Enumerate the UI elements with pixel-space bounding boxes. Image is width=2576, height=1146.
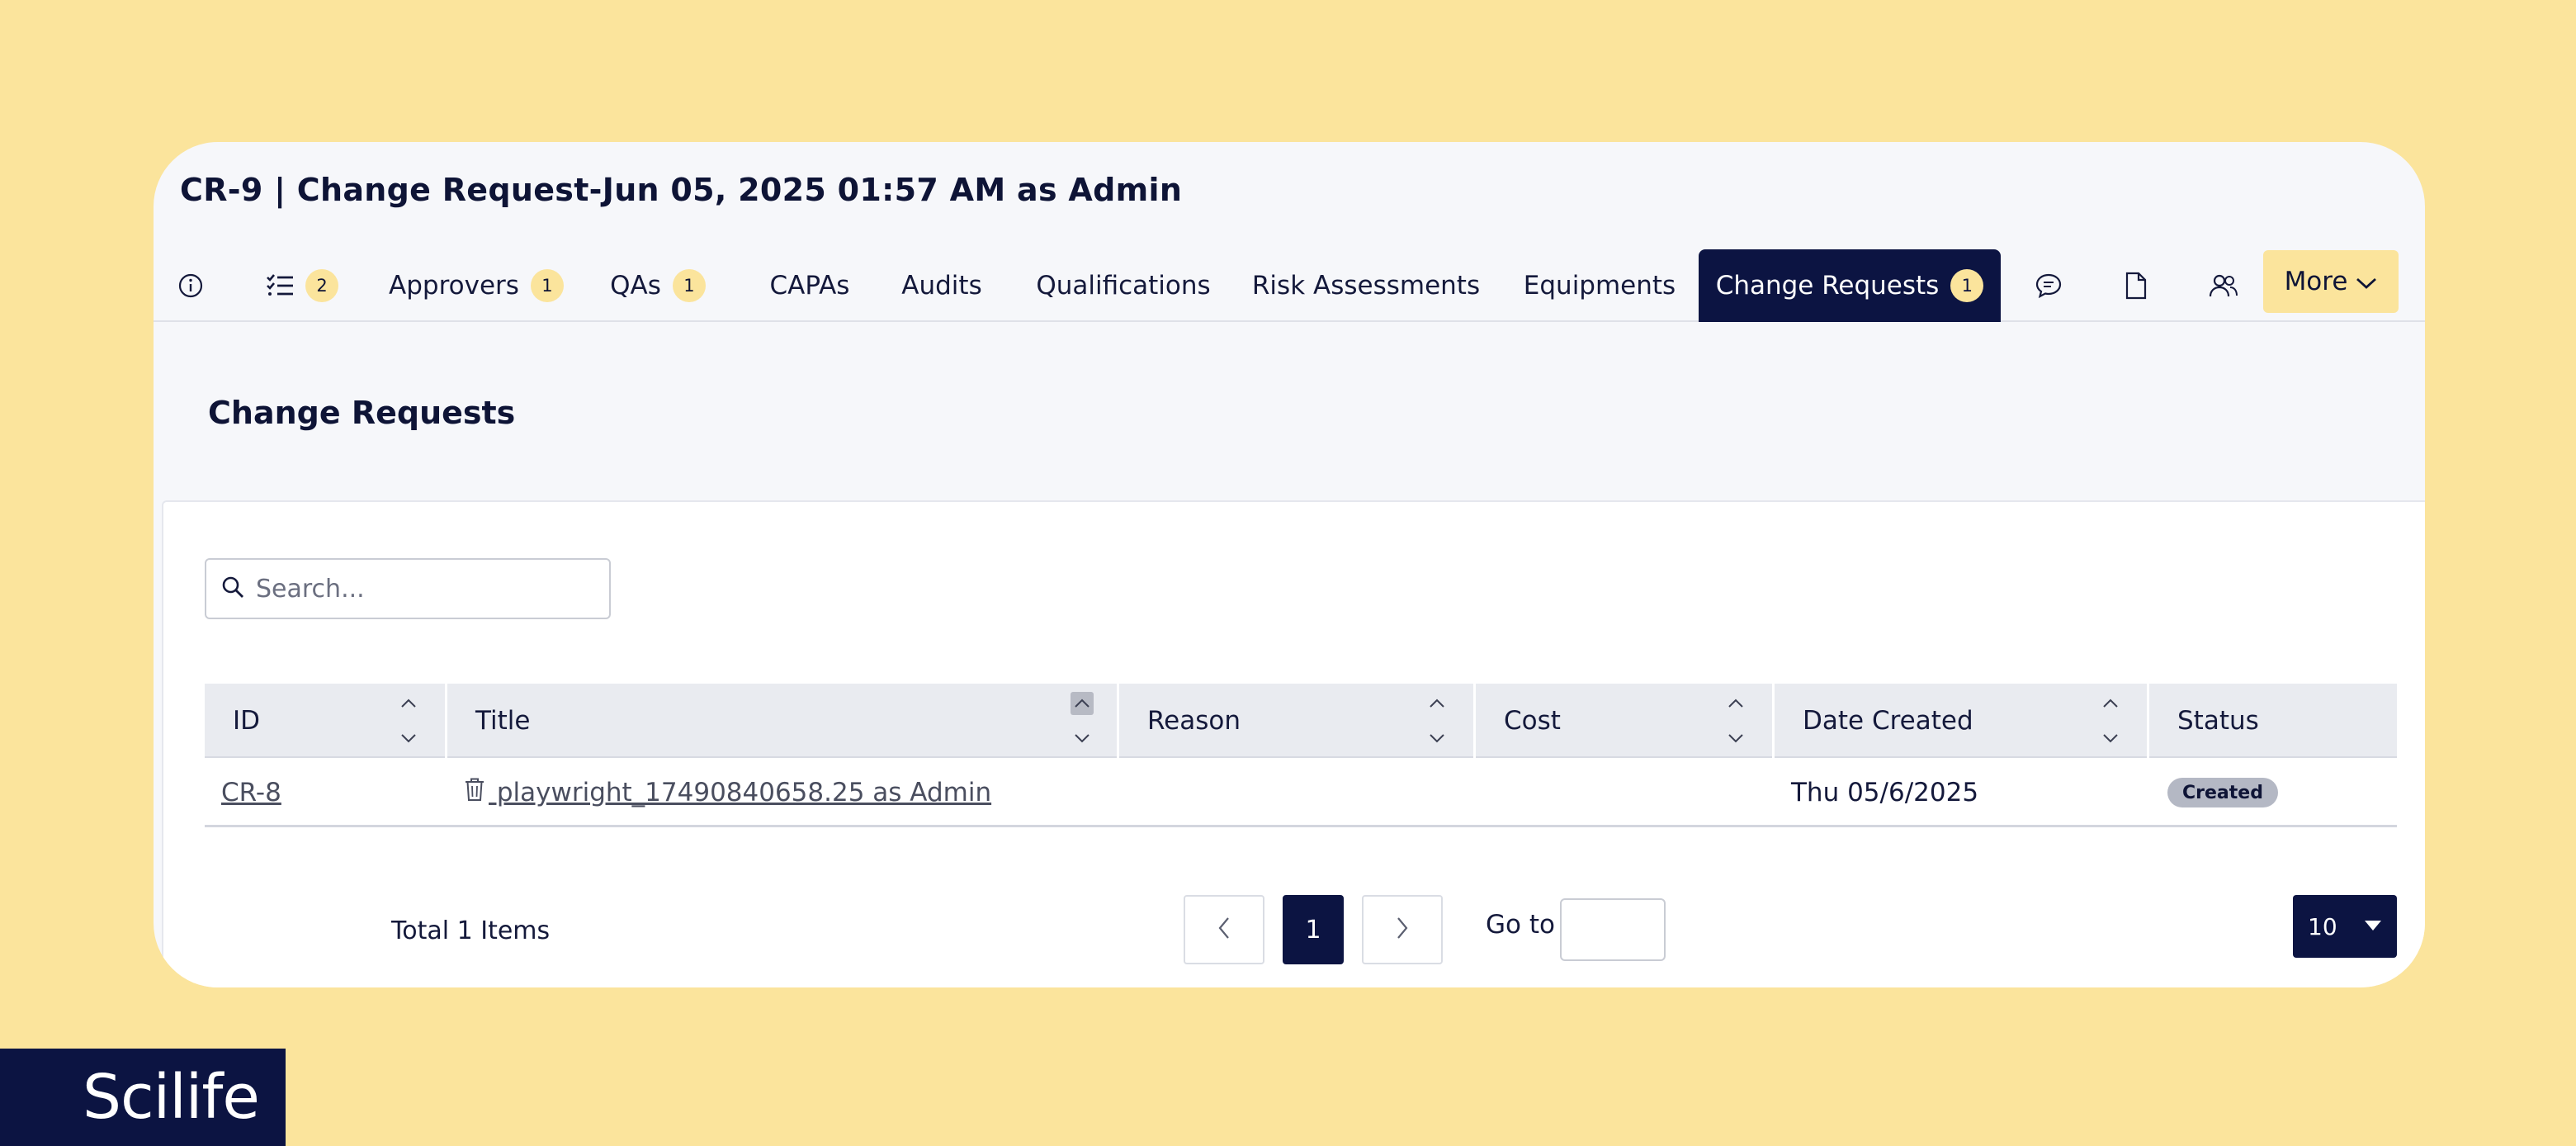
sort-descending-icon[interactable] [1425,727,1449,750]
sort-control[interactable] [397,692,420,750]
tab-label: Risk Assessments [1251,271,1481,301]
comment-icon [2035,272,2063,299]
column-label: Date Created [1803,706,1973,736]
cell-title[interactable]: playwright_17490840658.25 as Admin [464,758,991,827]
tab-badge: 1 [672,269,706,302]
column-label: Status [2177,706,2259,736]
cell-id[interactable]: CR-8 [221,758,281,827]
tab-label: Equipments [1523,271,1676,301]
column-label: Cost [1504,706,1561,736]
search-box[interactable] [205,558,611,619]
next-page-button[interactable] [1362,895,1443,964]
tab-comments[interactable] [2025,249,2072,322]
tab-audits[interactable]: Audits [896,249,987,322]
tab-approvers[interactable]: Approvers 1 [388,249,565,322]
tab-info[interactable] [168,249,213,322]
column-label: ID [233,706,261,736]
prev-page-button[interactable] [1184,895,1264,964]
total-items: Total 1 Items [391,916,551,945]
tab-capas[interactable]: CAPAs [764,249,855,322]
page-title: CR-9 | Change Request-Jun 05, 2025 01:57… [180,172,1183,208]
column-header-reason[interactable]: Reason [1119,684,1476,758]
tab-label: Qualifications [1036,271,1211,301]
cell-status: Created [2167,758,2278,827]
tab-risk-assessments[interactable]: Risk Assessments [1250,249,1482,322]
tab-users[interactable] [2199,249,2248,322]
page-size-select[interactable]: 10 [2293,895,2397,958]
sort-ascending-icon[interactable] [1425,692,1449,715]
tab-change-requests[interactable]: Change Requests 1 [1699,249,2001,322]
tab-qualifications[interactable]: Qualifications [1030,249,1217,322]
sort-ascending-icon[interactable] [1724,692,1747,715]
page-size-value: 10 [2308,912,2337,940]
tab-badge: 1 [1950,269,1984,302]
more-button[interactable]: More [2263,250,2399,313]
status-badge: Created [2167,778,2278,807]
sort-control[interactable] [1071,692,1094,750]
brand-logo: Scilife [0,1049,286,1146]
chevron-down-icon [2347,267,2377,296]
tab-badge: 2 [305,269,338,302]
search-input[interactable] [256,574,586,604]
info-icon [177,272,204,299]
document-icon [2125,272,2148,300]
goto-page-input[interactable] [1560,898,1666,961]
tab-equipments[interactable]: Equipments [1515,249,1684,322]
cell-date-created: Thu 05/6/2025 [1791,778,1979,807]
page-number-button[interactable]: 1 [1283,895,1344,964]
chevron-left-icon [1217,916,1231,943]
column-header-title[interactable]: Title [447,684,1119,758]
record-id-link[interactable]: CR-8 [221,778,281,807]
table-row: CR-8 playwright_17490840658.25 as Admin … [205,758,2397,827]
record-title-link[interactable]: playwright_17490840658.25 as Admin [489,778,991,807]
record-card: CR-9 | Change Request-Jun 05, 2025 01:57… [154,142,2425,987]
checklist-icon [266,273,294,298]
change-requests-panel: ID Title Reason [162,500,2425,987]
column-header-status[interactable]: Status [2149,684,2397,758]
sort-descending-icon[interactable] [2099,727,2122,750]
sort-descending-icon[interactable] [397,727,420,750]
column-header-date-created[interactable]: Date Created [1775,684,2149,758]
sort-descending-icon[interactable] [1071,727,1094,750]
section-title: Change Requests [208,395,516,431]
sort-descending-icon[interactable] [1724,727,1747,750]
tab-qas[interactable]: QAs 1 [606,249,710,322]
tab-label: Change Requests [1715,271,1940,301]
column-label: Title [475,706,531,736]
sort-control[interactable] [1724,692,1747,750]
users-icon [2209,273,2238,298]
tab-label: CAPAs [769,271,850,301]
tab-documents[interactable] [2113,249,2159,322]
sort-control[interactable] [2099,692,2122,750]
column-header-cost[interactable]: Cost [1476,684,1775,758]
column-label: Reason [1147,706,1241,736]
change-requests-table: ID Title Reason Cost Date Created Status… [205,684,2397,827]
sort-ascending-icon[interactable] [2099,692,2122,715]
table-header: ID Title Reason Cost Date Created Status [205,684,2397,758]
trash-icon[interactable] [464,777,485,808]
tab-label: Audits [901,271,982,301]
sort-control[interactable] [1425,692,1449,750]
sort-ascending-icon[interactable] [1071,692,1094,715]
tab-label: QAs [610,271,661,301]
column-header-id[interactable]: ID [205,684,447,758]
chevron-right-icon [1396,916,1409,943]
search-icon [221,575,244,602]
more-button-label: More [2284,267,2348,296]
tab-badge: 1 [530,269,564,302]
tab-checklist[interactable]: 2 [261,249,343,322]
tab-label: Approvers [389,271,519,301]
sort-ascending-icon[interactable] [397,692,420,715]
goto-label: Go to [1486,910,1555,940]
tab-bar: 2 Approvers 1 QAs 1 CAPAs Audits Qualifi… [154,249,2425,322]
